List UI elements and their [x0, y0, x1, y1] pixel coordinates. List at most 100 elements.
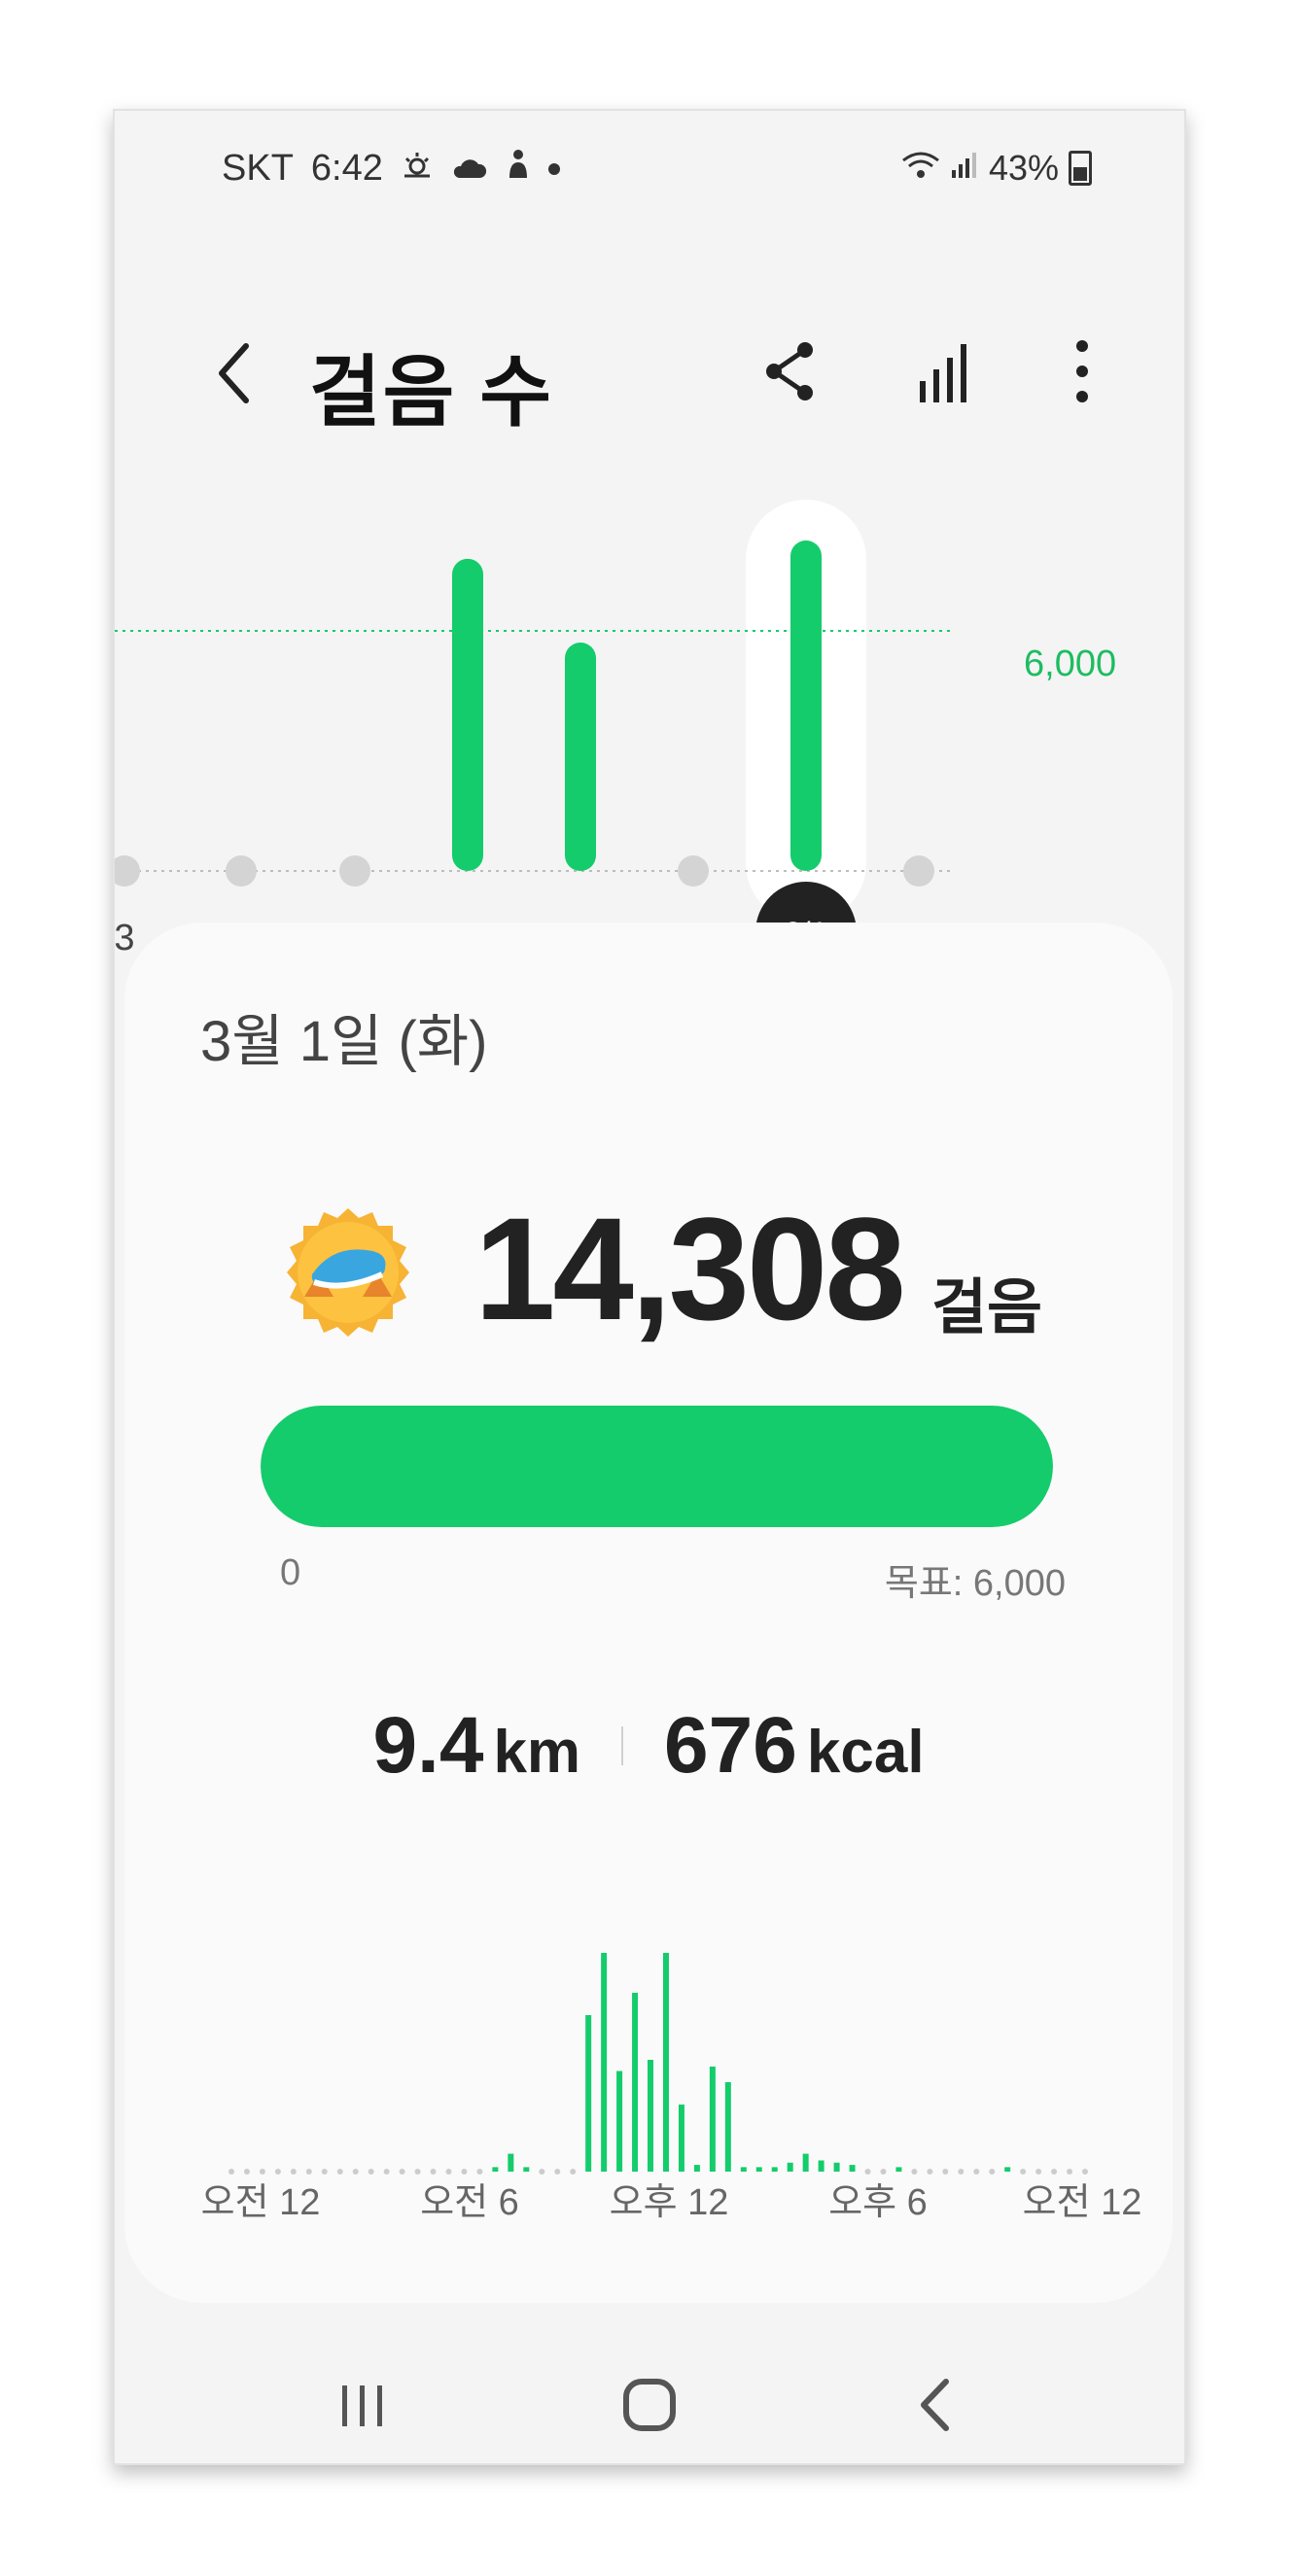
more-options-button[interactable]: [1048, 332, 1116, 410]
system-navigation-bar: [115, 2347, 1184, 2463]
hour-bar: [678, 2105, 684, 2172]
hour-empty-dot: [927, 2169, 933, 2175]
status-left: SKT 6:42: [222, 148, 560, 190]
goal-line-label: 6,000: [1024, 644, 1117, 684]
hour-empty-dot: [368, 2169, 374, 2175]
battery-icon: [1069, 151, 1092, 186]
distance-value: 9.4: [372, 1701, 484, 1790]
time-label: 6:42: [310, 148, 383, 189]
calories-unit: kcal: [806, 1719, 925, 1786]
hour-empty-dot: [321, 2169, 328, 2175]
day-empty-dot[interactable]: [115, 855, 140, 887]
nav-back-button[interactable]: [893, 2366, 980, 2444]
hour-bar: [724, 2082, 731, 2172]
daily-summary-card: 3월 1일 (화) 14,308 걸음 0 목표: 6,000 9.4 km 6…: [124, 922, 1173, 2303]
day-empty-dot[interactable]: [903, 855, 934, 887]
signal-icon: [950, 148, 979, 189]
hour-bar: [1004, 2167, 1011, 2172]
steps-count: 14,308: [474, 1187, 906, 1350]
notification-dot-icon: [547, 162, 560, 175]
stats-divider: [621, 1726, 624, 1765]
day-bar[interactable]: [452, 558, 483, 871]
share-button[interactable]: [756, 332, 824, 410]
day-empty-dot[interactable]: [678, 855, 709, 887]
hour-axis-label: 오후 12: [609, 2182, 729, 2223]
app-header: 걸음 수: [115, 296, 1184, 441]
weekly-chart-svg: [115, 500, 951, 957]
hour-empty-dot: [554, 2169, 561, 2175]
hour-bar: [632, 1993, 639, 2172]
status-right: 43%: [901, 148, 1092, 189]
page-title: 걸음 수: [309, 349, 554, 435]
recent-apps-button[interactable]: [319, 2366, 406, 2444]
hour-empty-dot: [352, 2169, 359, 2175]
hour-axis-label: 오전 12: [1022, 2182, 1142, 2223]
steps-progress-bar: [261, 1406, 1053, 1527]
battery-percent: 43%: [988, 148, 1059, 188]
steps-unit: 걸음: [931, 1274, 1043, 1341]
hour-empty-dot: [989, 2169, 996, 2175]
hour-bar: [818, 2160, 824, 2172]
chevron-left-icon: [219, 343, 249, 403]
progress-goal-label: 목표: 6,000: [884, 1563, 1066, 1604]
home-button[interactable]: [606, 2366, 693, 2444]
status-bar: SKT 6:42 43%: [115, 111, 1184, 227]
selected-date: 3월 1일 (화): [200, 1010, 488, 1073]
hour-bar: [833, 2162, 840, 2172]
hour-empty-dot: [973, 2169, 980, 2175]
hour-empty-dot: [958, 2169, 965, 2175]
bar-chart-icon: [920, 344, 966, 402]
hour-empty-dot: [539, 2169, 545, 2175]
activity-stats: 9.4 km 676 kcal: [124, 1700, 1173, 1792]
progress-min-label: 0: [280, 1552, 301, 1593]
day-bar[interactable]: [790, 540, 822, 871]
weather-icon: [401, 148, 434, 190]
day-bar[interactable]: [565, 643, 596, 871]
recent-apps-icon: [342, 2385, 382, 2426]
hour-axis-label: 오전 6: [420, 2182, 519, 2223]
more-vertical-icon: [1076, 340, 1088, 402]
person-icon: [506, 148, 531, 190]
hour-bar: [693, 2165, 700, 2172]
wifi-icon: [901, 148, 940, 189]
hour-empty-dot: [570, 2169, 577, 2175]
day-empty-dot[interactable]: [339, 855, 370, 887]
hour-empty-dot: [399, 2169, 405, 2175]
hour-bar: [709, 2066, 716, 2172]
hourly-chart-svg: [228, 1948, 1088, 2175]
hour-empty-dot: [336, 2169, 343, 2175]
hour-axis-label: 오전 12: [200, 2182, 321, 2223]
share-icon: [766, 342, 813, 400]
hour-bar: [787, 2162, 793, 2172]
hour-bar: [648, 2060, 654, 2172]
hour-bar: [755, 2167, 762, 2172]
home-icon: [623, 2379, 676, 2431]
hour-bar: [849, 2165, 856, 2172]
goal-medal-icon: [275, 1204, 421, 1350]
cloud-icon: [451, 148, 488, 190]
hour-bar: [601, 1948, 608, 2172]
hour-bar: [585, 2015, 592, 2172]
hour-bar: [508, 2153, 514, 2172]
day-label[interactable]: 3: [115, 918, 135, 959]
phone-screen: SKT 6:42 43% 걸음 수 3 6,000 3월 1일 (화) 14,3…: [113, 109, 1186, 2465]
hour-bar: [523, 2167, 530, 2172]
hour-bar: [802, 2153, 809, 2172]
progress-fill: [261, 1406, 1053, 1527]
hour-bar: [771, 2167, 778, 2172]
calories-value: 676: [664, 1701, 797, 1790]
hour-bar: [740, 2167, 747, 2172]
back-button[interactable]: [202, 334, 270, 412]
back-arrow-icon: [921, 2379, 949, 2431]
distance-unit: km: [493, 1719, 581, 1786]
hour-bar: [616, 2071, 623, 2172]
carrier-label: SKT: [222, 148, 294, 189]
hour-empty-dot: [383, 2169, 390, 2175]
hour-axis-label: 오후 6: [828, 2182, 928, 2223]
hour-bar: [662, 1948, 669, 2172]
hour-empty-dot: [942, 2169, 949, 2175]
hourly-steps-chart: [124, 1948, 1173, 2206]
day-empty-dot[interactable]: [226, 855, 257, 887]
chart-view-button[interactable]: [912, 332, 980, 410]
weekly-steps-chart: 324252627283/12: [115, 470, 1184, 958]
